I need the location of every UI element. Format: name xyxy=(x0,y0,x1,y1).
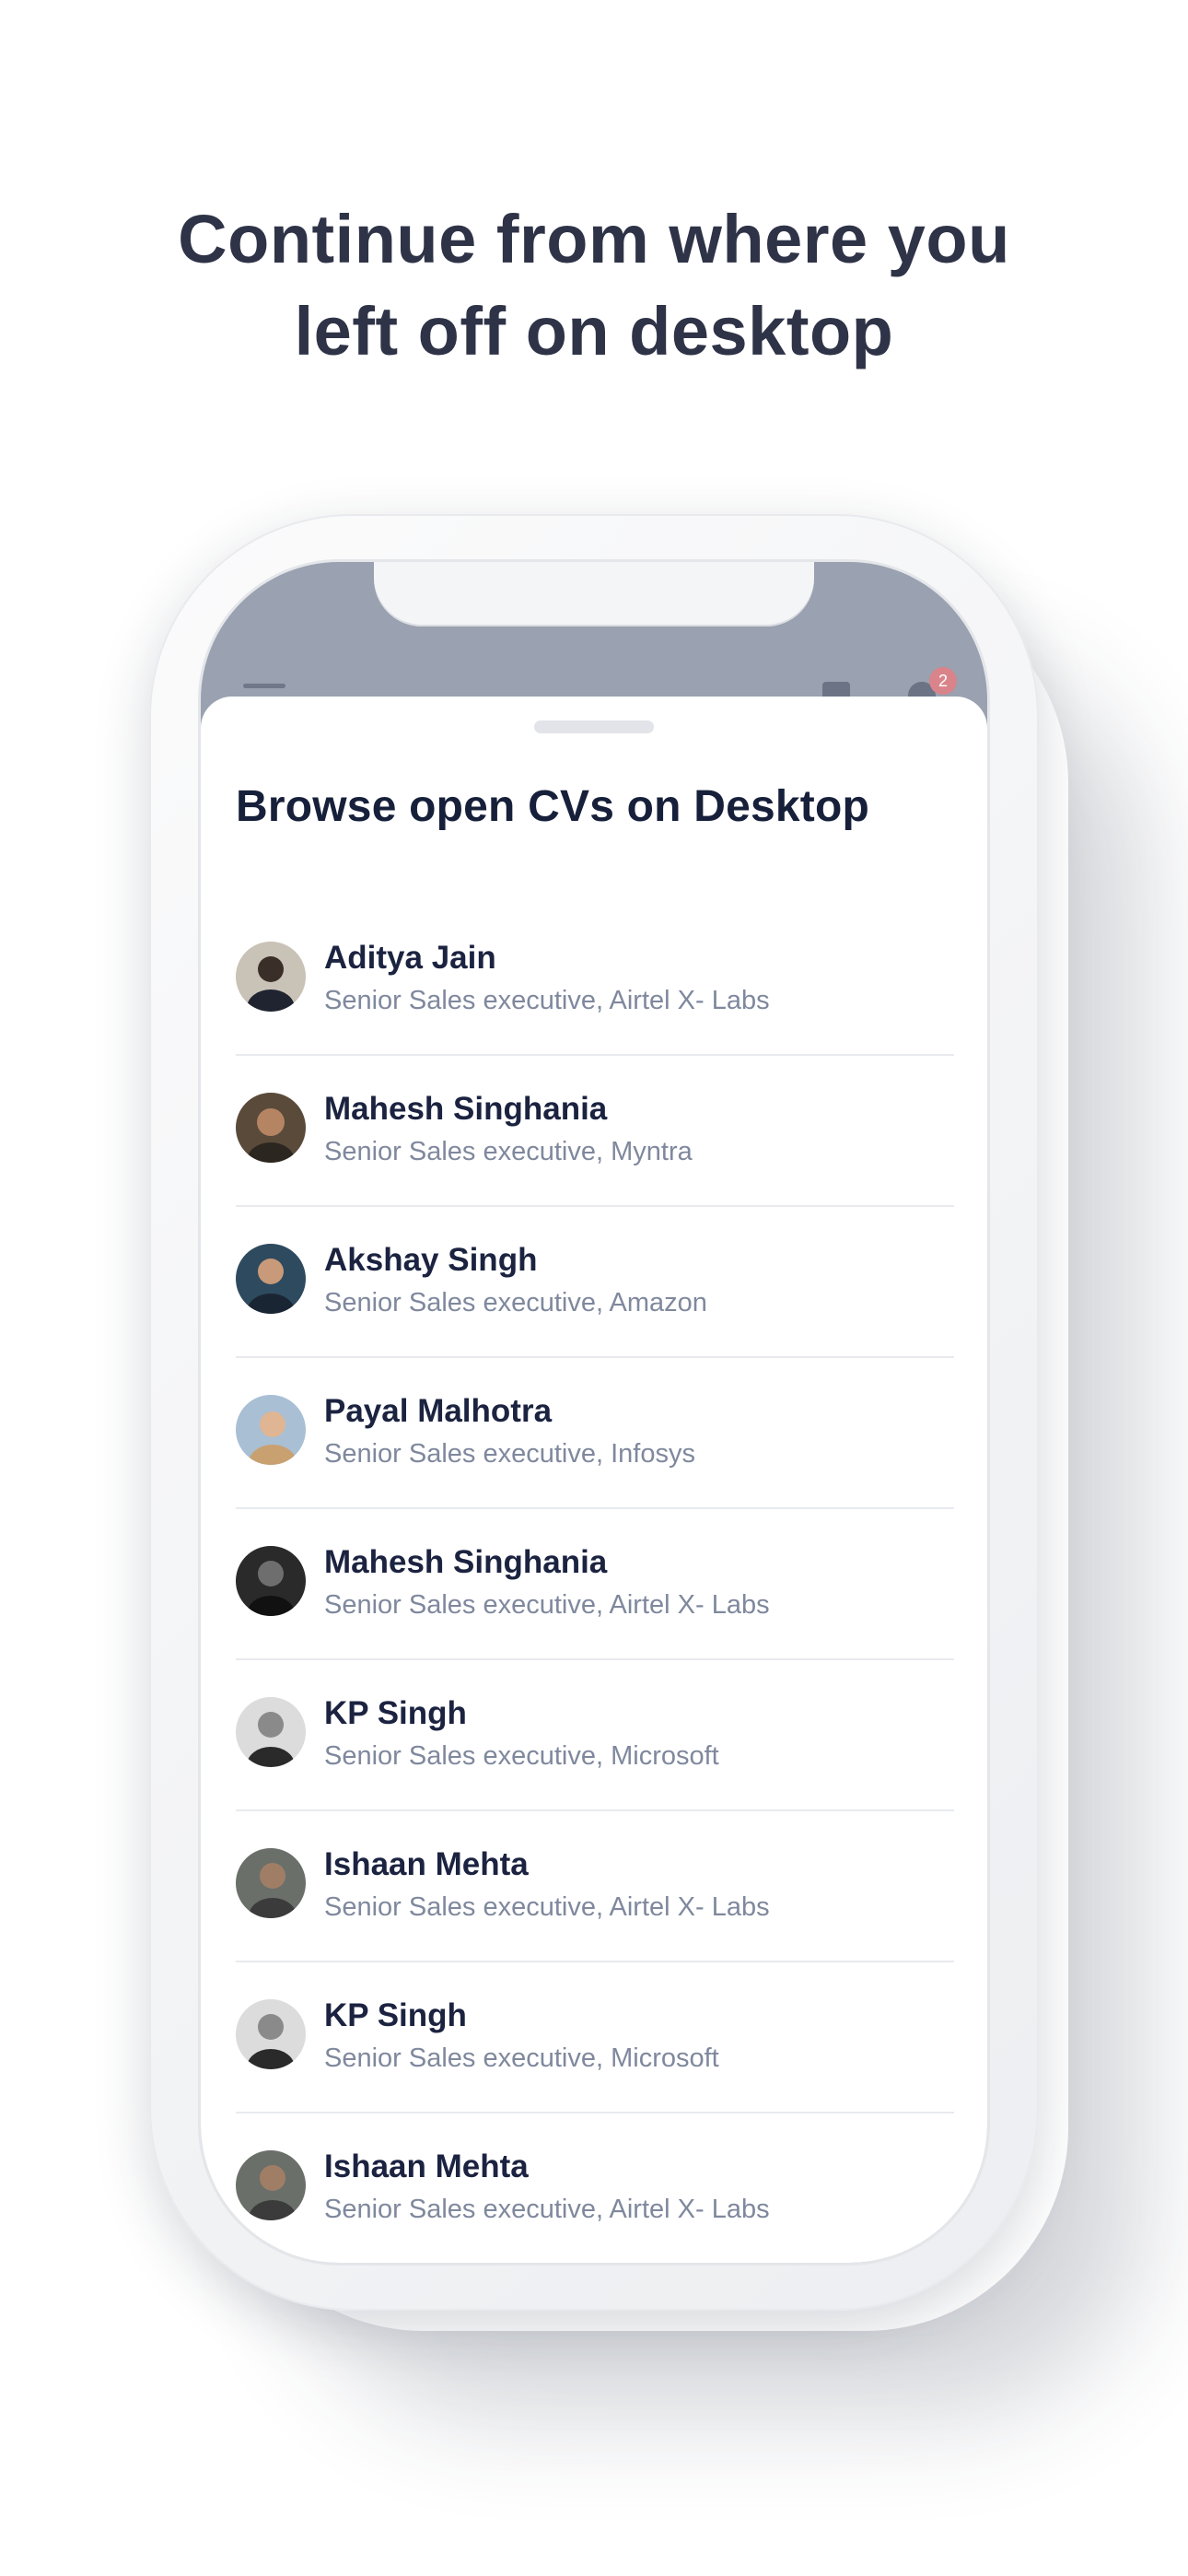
candidate-role: Senior Sales executive, Airtel X- Labs xyxy=(324,986,770,1015)
candidate-role: Senior Sales executive, Microsoft xyxy=(324,1741,719,1771)
candidate-role: Senior Sales executive, Microsoft xyxy=(324,2043,719,2073)
list-item[interactable]: Akshay Singh Senior Sales executive, Ama… xyxy=(236,1207,954,1358)
avatar xyxy=(236,942,306,1012)
sheet-grabber-handle[interactable] xyxy=(534,720,654,733)
hamburger-menu-icon[interactable] xyxy=(243,684,285,688)
bottom-sheet: Browse open CVs on Desktop Aditya Jain S… xyxy=(201,697,987,2263)
phone-notch xyxy=(374,562,814,626)
list-item[interactable]: Aditya Jain Senior Sales executive, Airt… xyxy=(236,905,954,1056)
sheet-title: Browse open CVs on Desktop xyxy=(236,782,869,831)
notification-badge: 2 xyxy=(929,667,957,695)
list-item[interactable]: Ishaan Mehta Senior Sales executive, Air… xyxy=(236,1811,954,1962)
avatar xyxy=(236,1999,306,2069)
candidate-name: Aditya Jain xyxy=(324,940,496,976)
avatar xyxy=(236,1697,306,1767)
candidate-role: Senior Sales executive, Airtel X- Labs xyxy=(324,1892,770,1922)
candidate-role: Senior Sales executive, Amazon xyxy=(324,1288,707,1317)
list-item[interactable]: KP Singh Senior Sales executive, Microso… xyxy=(236,1660,954,1811)
candidate-role: Senior Sales executive, Airtel X- Labs xyxy=(324,2195,770,2224)
list-item[interactable]: Mahesh Singhania Senior Sales executive,… xyxy=(236,1056,954,1207)
list-item[interactable]: KP Singh Senior Sales executive, Microso… xyxy=(236,1962,954,2113)
headline-line-2: left off on desktop xyxy=(294,293,894,369)
list-item[interactable]: Ishaan Mehta Senior Sales executive, Air… xyxy=(236,2113,954,2263)
avatar xyxy=(236,1093,306,1163)
list-item[interactable]: Payal Malhotra Senior Sales executive, I… xyxy=(236,1358,954,1509)
candidate-name: Mahesh Singhania xyxy=(324,1091,608,1127)
candidate-name: Ishaan Mehta xyxy=(324,2149,529,2184)
phone-screen: 2 Browse open CVs on Desktop Aditya Jain… xyxy=(201,562,987,2263)
headline-line-1: Continue from where you xyxy=(178,201,1010,277)
cv-list: Aditya Jain Senior Sales executive, Airt… xyxy=(236,905,954,2263)
avatar xyxy=(236,2150,306,2220)
avatar xyxy=(236,1395,306,1465)
candidate-role: Senior Sales executive, Airtel X- Labs xyxy=(324,1590,770,1620)
candidate-name: Mahesh Singhania xyxy=(324,1544,608,1580)
list-item[interactable]: Mahesh Singhania Senior Sales executive,… xyxy=(236,1509,954,1660)
candidate-name: Akshay Singh xyxy=(324,1242,538,1278)
phone-frame: 2 Browse open CVs on Desktop Aditya Jain… xyxy=(149,514,1039,2311)
candidate-role: Senior Sales executive, Myntra xyxy=(324,1137,693,1166)
candidate-name: KP Singh xyxy=(324,1695,467,1731)
avatar xyxy=(236,1244,306,1314)
candidate-role: Senior Sales executive, Infosys xyxy=(324,1439,695,1469)
candidate-name: KP Singh xyxy=(324,1997,467,2033)
avatar xyxy=(236,1848,306,1918)
headline: Continue from where you left off on desk… xyxy=(0,193,1188,378)
candidate-name: Payal Malhotra xyxy=(324,1393,553,1429)
candidate-name: Ishaan Mehta xyxy=(324,1846,529,1882)
avatar xyxy=(236,1546,306,1616)
